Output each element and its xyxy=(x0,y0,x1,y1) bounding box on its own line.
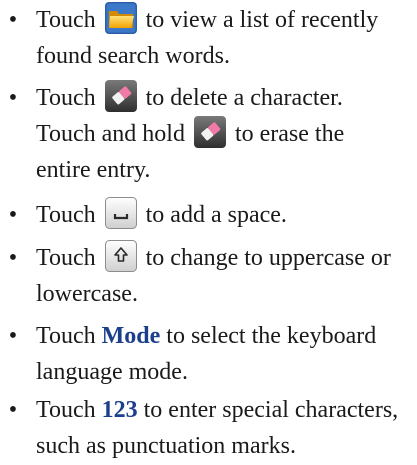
bullet: • xyxy=(8,85,18,111)
eraser-icon xyxy=(193,116,226,148)
item-text: language mode. xyxy=(36,359,188,385)
item-text: to erase the xyxy=(234,121,345,147)
item-text: Touch and hold xyxy=(36,121,185,147)
item-text: found search words. xyxy=(36,43,230,69)
item-text: to delete a character. xyxy=(145,85,343,111)
item-text: Touch xyxy=(36,7,96,33)
item-text: to view a list of recently xyxy=(145,7,379,33)
item-text: to add a space. xyxy=(145,202,287,228)
item-text: entire entry. xyxy=(36,157,151,183)
space-key-icon xyxy=(104,197,137,229)
keyword-mode: Mode xyxy=(101,323,161,349)
bullet: • xyxy=(8,323,18,349)
shift-key-icon xyxy=(104,240,137,272)
item-text: Touch xyxy=(36,85,96,111)
item-text: to enter special characters, xyxy=(143,397,399,423)
item-text: Touch xyxy=(36,202,96,228)
bullet: • xyxy=(8,7,18,33)
folder-icon xyxy=(104,2,137,34)
item-text: Touch xyxy=(36,323,96,349)
item-text: lowercase. xyxy=(36,281,138,307)
bullet: • xyxy=(8,245,18,271)
item-text: to select the keyboard xyxy=(166,323,377,349)
item-text: such as punctuation marks. xyxy=(36,433,296,459)
bullet: • xyxy=(8,397,18,423)
bullet: • xyxy=(8,202,18,228)
keyword-123: 123 xyxy=(101,397,138,423)
item-text: Touch xyxy=(36,245,96,271)
item-text: to change to uppercase or xyxy=(145,245,391,271)
item-text: Touch xyxy=(36,397,96,423)
eraser-icon xyxy=(104,80,137,112)
